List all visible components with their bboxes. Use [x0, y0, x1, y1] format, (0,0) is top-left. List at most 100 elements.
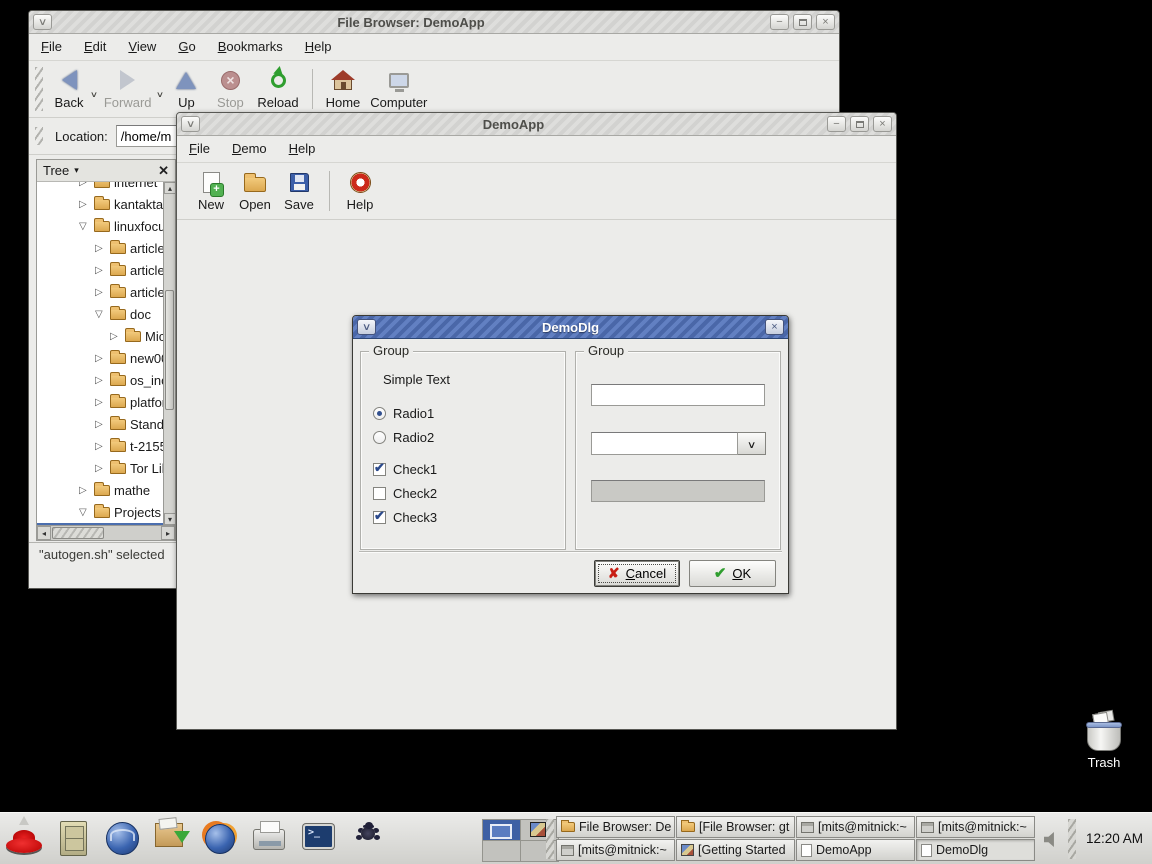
task-file-browser-minimized[interactable]: [File Browser: gt — [676, 816, 795, 838]
window-menu-button[interactable]: ∨ — [181, 116, 200, 132]
expander-icon[interactable]: ▷ — [95, 463, 106, 474]
forward-dropdown-icon[interactable]: ∨ — [155, 90, 163, 99]
task-demoapp[interactable]: DemoApp — [796, 839, 915, 861]
radio-selected-icon[interactable] — [373, 407, 386, 420]
toolbar-drag-handle[interactable] — [35, 67, 43, 111]
email-launcher[interactable] — [151, 815, 191, 861]
tree-item-internet[interactable]: ▷internet — [37, 182, 163, 193]
expander-icon[interactable]: ▽ — [79, 221, 90, 232]
bug-tool-launcher[interactable] — [347, 815, 387, 861]
workspace-1-active[interactable] — [483, 820, 520, 840]
tree-item-tor-lil[interactable]: ▷Tor Lil — [37, 457, 163, 479]
computer-button[interactable]: Computer — [365, 65, 432, 113]
check2-option[interactable]: Check2 — [373, 486, 437, 501]
locationbar-drag-handle[interactable] — [35, 127, 43, 145]
volume-speaker-icon[interactable] — [1044, 832, 1060, 847]
back-button[interactable]: Back — [47, 65, 91, 113]
menu-demo[interactable]: Demo — [232, 141, 267, 156]
tree-item-new00[interactable]: ▷new00 — [37, 347, 163, 369]
radio1-option[interactable]: Radio1 — [373, 406, 434, 421]
expander-icon[interactable]: ▷ — [95, 265, 106, 276]
ok-button[interactable]: ✔ OK — [689, 560, 776, 587]
expander-icon[interactable]: ▷ — [95, 397, 106, 408]
scrollbar-thumb[interactable] — [165, 290, 174, 410]
window-menu-button[interactable]: ∨ — [33, 14, 52, 30]
tree-item-t2155[interactable]: ▷t-2155 — [37, 435, 163, 457]
tree-item-article[interactable]: ▷article — [37, 237, 163, 259]
combo-dropdown-button[interactable]: ∨ — [738, 432, 766, 455]
redhat-main-menu-button[interactable] — [4, 815, 44, 861]
stop-button[interactable]: Stop — [208, 65, 252, 113]
applet-drag-handle[interactable] — [546, 819, 554, 859]
applet-drag-handle[interactable] — [1068, 819, 1076, 859]
scrollbar-thumb[interactable] — [52, 527, 104, 539]
up-button[interactable]: Up — [164, 65, 208, 113]
checkbox-checked-icon[interactable]: ✔ — [373, 463, 386, 476]
tree-item-doc[interactable]: ▽doc — [37, 303, 163, 325]
scroll-left-icon[interactable]: ◂ — [37, 526, 51, 540]
maximize-button[interactable] — [850, 116, 869, 132]
terminal-launcher[interactable] — [298, 815, 338, 861]
tree-item-mic[interactable]: ▷Mic — [37, 325, 163, 347]
scroll-down-icon[interactable]: ▾ — [164, 513, 175, 525]
new-button[interactable]: New — [189, 167, 233, 215]
expander-icon[interactable]: ▷ — [95, 353, 106, 364]
back-dropdown-icon[interactable]: ∨ — [90, 90, 98, 99]
scroll-up-icon[interactable]: ▴ — [164, 182, 175, 194]
trash-desktop-icon[interactable]: Trash — [1077, 708, 1131, 770]
task-file-browser[interactable]: File Browser: De — [556, 816, 675, 838]
tree-item-mathe[interactable]: ▷mathe — [37, 479, 163, 501]
radio2-option[interactable]: Radio2 — [373, 430, 434, 445]
expander-icon[interactable]: ▷ — [110, 331, 121, 342]
expander-icon[interactable]: ▷ — [95, 419, 106, 430]
demoapp-titlebar[interactable]: ∨ DemoApp − × — [177, 113, 896, 136]
help-button[interactable]: Help — [338, 167, 382, 215]
mozilla-launcher[interactable] — [200, 815, 240, 861]
forward-button[interactable]: Forward — [99, 65, 157, 113]
tree-vertical-scrollbar[interactable]: ▴ ▾ — [163, 182, 175, 525]
demodlg-titlebar[interactable]: ∨ DemoDlg × — [353, 316, 788, 339]
minimize-button[interactable]: − — [827, 116, 846, 132]
close-button[interactable]: × — [765, 319, 784, 335]
expander-icon[interactable]: ▷ — [79, 199, 90, 210]
text-entry[interactable] — [591, 384, 765, 406]
printer-launcher[interactable] — [249, 815, 289, 861]
tree-item-article[interactable]: ▷article — [37, 259, 163, 281]
menu-file[interactable]: File — [41, 39, 62, 54]
task-terminal-minimized[interactable]: [mits@mitnick:~ — [556, 839, 675, 861]
task-terminal-minimized[interactable]: [mits@mitnick:~ — [916, 816, 1035, 838]
save-button[interactable]: Save — [277, 167, 321, 215]
home-button[interactable]: Home — [321, 65, 366, 113]
web-browser-launcher[interactable] — [102, 815, 142, 861]
expander-icon[interactable]: ▷ — [79, 485, 90, 496]
tree-item-linuxfocus[interactable]: ▽linuxfocu — [37, 215, 163, 237]
menu-help[interactable]: Help — [305, 39, 332, 54]
task-getting-started-minimized[interactable]: [Getting Started — [676, 839, 795, 861]
menu-edit[interactable]: Edit — [84, 39, 106, 54]
cancel-button[interactable]: ✘ Cancel — [594, 560, 680, 587]
side-pane-selector[interactable]: Tree — [43, 163, 69, 178]
combo-entry[interactable] — [591, 432, 738, 455]
check1-option[interactable]: ✔ Check1 — [373, 462, 437, 477]
combo-box[interactable]: ∨ — [591, 432, 766, 455]
expander-icon[interactable]: ▽ — [95, 309, 106, 320]
menu-bookmarks[interactable]: Bookmarks — [218, 39, 283, 54]
close-button[interactable]: × — [816, 14, 835, 30]
expander-icon[interactable]: ▷ — [79, 182, 90, 188]
file-browser-titlebar[interactable]: ∨ File Browser: DemoApp − × — [29, 11, 839, 34]
menu-help[interactable]: Help — [289, 141, 316, 156]
window-menu-button[interactable]: ∨ — [357, 319, 376, 335]
tree-item-os-inc[interactable]: ▷os_inc — [37, 369, 163, 391]
clock[interactable]: 12:20 AM — [1086, 813, 1143, 864]
open-button[interactable]: Open — [233, 167, 277, 215]
tree-item-kantakta[interactable]: ▷kantakta — [37, 193, 163, 215]
scroll-right-icon[interactable]: ▸ — [161, 526, 175, 540]
expander-icon[interactable]: ▷ — [95, 441, 106, 452]
menu-view[interactable]: View — [128, 39, 156, 54]
expander-icon[interactable]: ▽ — [79, 507, 90, 518]
task-terminal-minimized[interactable]: [mits@mitnick:~ — [796, 816, 915, 838]
expander-icon[interactable]: ▷ — [95, 287, 106, 298]
minimize-button[interactable]: − — [770, 14, 789, 30]
menu-file[interactable]: File — [189, 141, 210, 156]
expander-icon[interactable]: ▷ — [95, 375, 106, 386]
